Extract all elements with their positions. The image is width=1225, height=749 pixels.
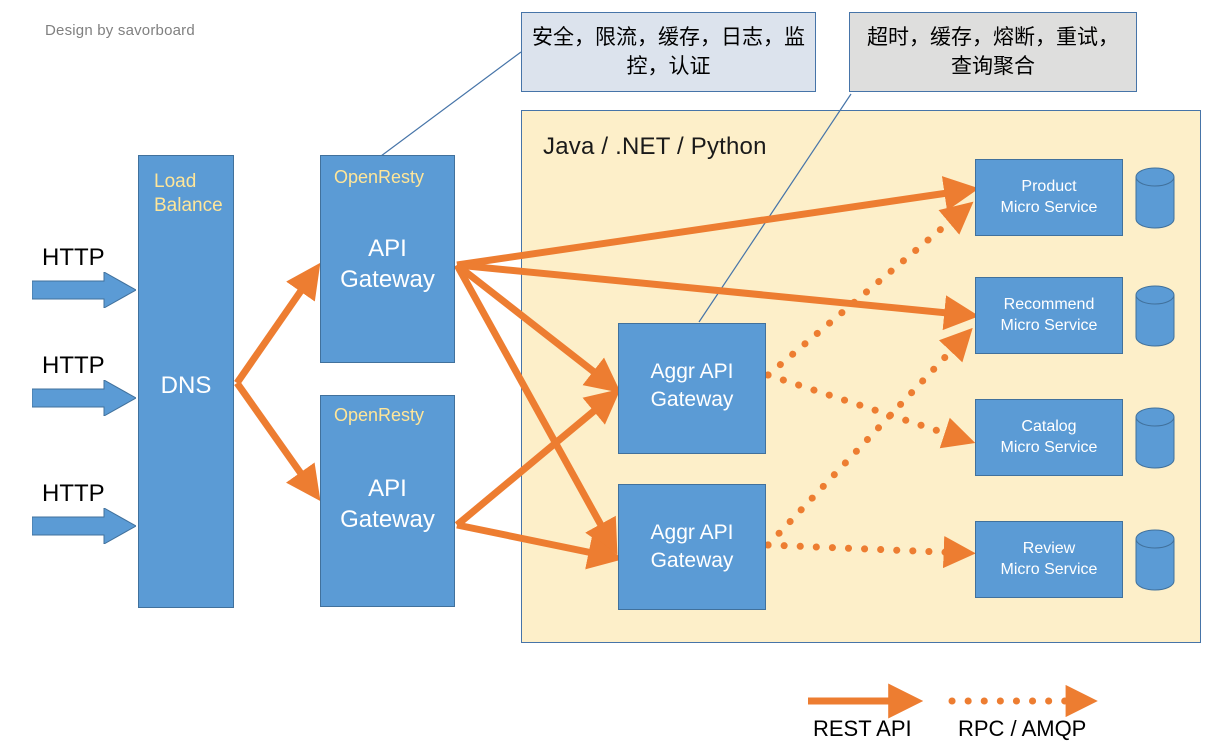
- microservice-review[interactable]: Review Micro Service: [975, 521, 1123, 598]
- microservice-product-suffix: Micro Service: [1000, 198, 1098, 216]
- aggr-api-gateway-1-label-line1: Aggr API: [650, 360, 734, 383]
- microservice-catalog-name: Catalog: [1021, 417, 1077, 435]
- http-arrow-1: [32, 272, 136, 308]
- microservice-review-name: Review: [1022, 539, 1076, 557]
- database-cylinder-review: [1135, 529, 1175, 591]
- microservice-catalog[interactable]: Catalog Micro Service: [975, 399, 1123, 476]
- aggr-api-gateway-2-label-line1: Aggr API: [650, 521, 734, 544]
- load-balancer-label: DNS: [160, 372, 212, 399]
- microservice-recommend-name: Recommend: [1003, 295, 1095, 313]
- aggr-api-gateway-2-label-line2: Gateway: [650, 549, 734, 573]
- diagram-canvas: Design by savorboard Java / .NET / Pytho…: [0, 0, 1225, 749]
- legend-rpc-amqp-label: RPC / AMQP: [958, 716, 1087, 741]
- api-gateway-2-label-line1: API: [368, 475, 407, 502]
- api-gateway-2-label: API Gateway: [320, 473, 455, 535]
- credit-text: Design by savorboard: [45, 22, 195, 39]
- database-cylinder-recommend: [1135, 285, 1175, 347]
- microservice-review-suffix: Micro Service: [1000, 560, 1098, 578]
- load-balancer-sublabel: Load Balance: [154, 171, 223, 217]
- microservice-recommend-text: Recommend Micro Service: [1001, 295, 1098, 337]
- aggr-api-gateway-2-label: Aggr API Gateway: [618, 519, 766, 576]
- api-gateway-1-label: API Gateway: [320, 233, 455, 295]
- http-label-1: HTTP: [42, 244, 105, 271]
- aggr-api-gateway-1-label-line2: Gateway: [650, 388, 734, 412]
- api-gateway-2-sublabel: OpenResty: [334, 405, 425, 425]
- api-gateway-1-sublabel: OpenResty: [334, 167, 425, 187]
- api-gateway-1-label-line1: API: [368, 235, 407, 262]
- microservice-catalog-suffix: Micro Service: [1000, 438, 1098, 456]
- microservice-product-name: Product: [1021, 177, 1077, 195]
- microservice-product-text: Product Micro Service: [1001, 177, 1098, 219]
- database-cylinder-product: [1135, 167, 1175, 229]
- http-arrow-2: [32, 380, 136, 416]
- callout-aggregation-capabilities: 超时，缓存，熔断，重试，查询聚合: [849, 12, 1137, 92]
- api-gateway-1-label-line2: Gateway: [340, 266, 435, 294]
- http-arrow-3: [32, 508, 136, 544]
- http-label-2: HTTP: [42, 352, 105, 379]
- api-gateway-2-label-line2: Gateway: [340, 506, 435, 534]
- panel-title: Java / .NET / Python: [543, 133, 767, 160]
- microservice-catalog-text: Catalog Micro Service: [1001, 417, 1098, 459]
- microservice-recommend-suffix: Micro Service: [1000, 316, 1098, 334]
- microservice-review-text: Review Micro Service: [1001, 539, 1098, 581]
- microservice-product[interactable]: Product Micro Service: [975, 159, 1123, 236]
- aggr-api-gateway-1-label: Aggr API Gateway: [618, 358, 766, 415]
- callout-gateway-capabilities: 安全，限流，缓存，日志，监控，认证: [521, 12, 816, 92]
- microservice-recommend[interactable]: Recommend Micro Service: [975, 277, 1123, 354]
- legend-rest-api-label: REST API: [813, 716, 912, 741]
- http-label-3: HTTP: [42, 480, 105, 507]
- database-cylinder-catalog: [1135, 407, 1175, 469]
